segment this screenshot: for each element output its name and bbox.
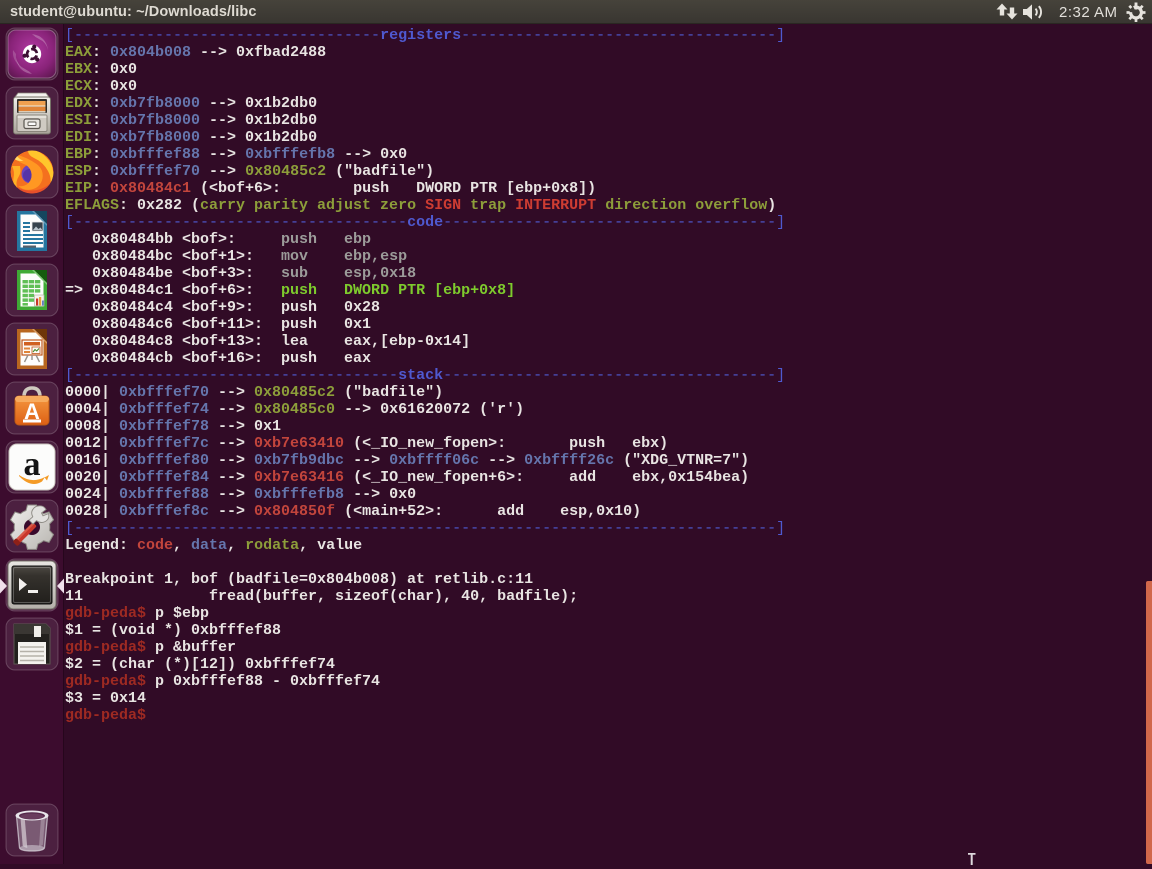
svg-text:a: a bbox=[24, 446, 41, 483]
